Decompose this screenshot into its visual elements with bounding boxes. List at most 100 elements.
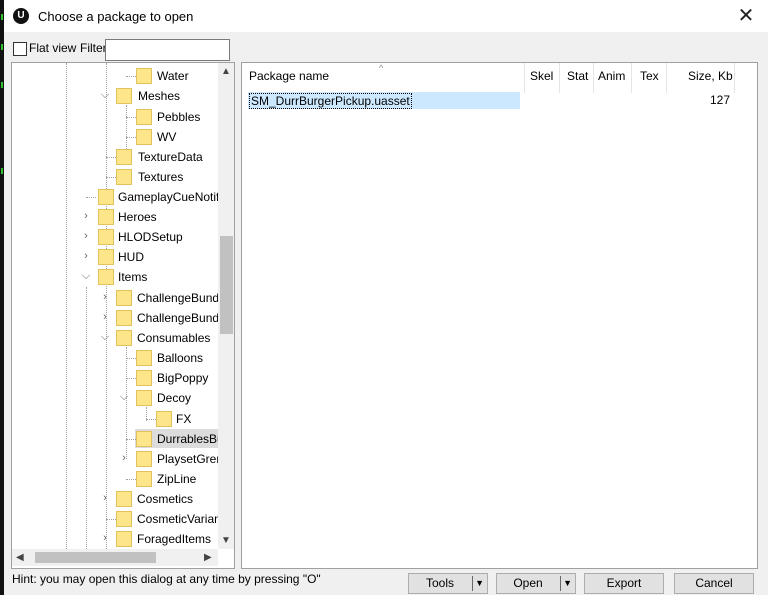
tree-item-label: BigPoppy (157, 371, 209, 385)
filter-input[interactable] (105, 39, 230, 61)
chevron-right-icon[interactable]: › (81, 210, 91, 222)
tree-guide-line (106, 519, 116, 520)
tree-item[interactable]: › Heroes (12, 207, 218, 227)
tree-item[interactable]: ZipLine (12, 469, 218, 489)
vertical-scroll-thumb[interactable] (220, 236, 233, 334)
tree-item-label: Meshes (138, 89, 181, 103)
tree-item-label: ZipLine (157, 472, 197, 486)
flat-view-checkbox[interactable] (13, 42, 27, 56)
column-header-skel[interactable]: Skel (530, 69, 553, 89)
tree-item[interactable]: ⌵ Consumables (12, 328, 218, 348)
chevron-right-icon[interactable]: › (100, 291, 110, 303)
folder-icon (136, 109, 152, 125)
tree-item[interactable]: Balloons (12, 348, 218, 368)
folder-icon (136, 68, 152, 84)
tree-guide-line (146, 419, 156, 420)
chevron-right-icon[interactable]: › (100, 492, 110, 504)
tree-item[interactable]: TextureData (12, 147, 218, 167)
folder-icon (116, 531, 132, 547)
tree-item-label: Cosmetics (137, 492, 194, 506)
dropdown-arrow-icon[interactable]: ▼ (475, 574, 484, 593)
folder-icon (98, 269, 114, 285)
folder-tree[interactable]: Water ⌵ Meshes Pebbles WV TextureData Te… (11, 62, 235, 569)
chevron-right-icon[interactable]: › (81, 250, 91, 262)
column-header-package-name[interactable]: Package name (249, 69, 329, 89)
chevron-right-icon[interactable]: › (100, 311, 110, 323)
tree-item[interactable]: › ForagedItems (12, 529, 218, 549)
tree-item[interactable]: WV (12, 127, 218, 147)
horizontal-scroll-thumb[interactable] (35, 552, 156, 563)
folder-icon (136, 370, 152, 386)
tree-item-label: HUD (118, 250, 144, 264)
tree-item[interactable]: FX (12, 409, 218, 429)
folder-icon (98, 209, 114, 225)
column-divider (593, 63, 594, 93)
tree-horizontal-scrollbar[interactable]: ◀ ▶ (12, 549, 218, 566)
folder-icon (116, 149, 132, 165)
chevron-right-icon[interactable]: › (81, 230, 91, 242)
package-size-cell: 127 (709, 93, 730, 107)
tree-item[interactable]: Water (12, 66, 218, 86)
folder-icon (98, 189, 114, 205)
tree-guide-line (106, 177, 116, 178)
chevron-down-icon[interactable]: ⌵ (119, 391, 129, 404)
chevron-down-icon[interactable]: ⌵ (100, 89, 110, 102)
window-title: Choose a package to open (38, 9, 194, 24)
chevron-right-icon[interactable]: › (100, 532, 110, 544)
column-divider (559, 63, 560, 93)
column-header-size[interactable]: Size, Kb (688, 69, 733, 89)
folder-icon (136, 390, 152, 406)
tree-item[interactable]: › Cosmetics (12, 489, 218, 509)
tree-item[interactable]: › ChallengeBundleSchedules (12, 308, 234, 328)
close-button[interactable]: ✕ (734, 5, 758, 27)
scroll-down-icon[interactable]: ▼ (221, 535, 231, 546)
scroll-right-icon[interactable]: ▶ (204, 552, 212, 563)
tree-item[interactable]: › HUD (12, 247, 218, 267)
chevron-down-icon[interactable]: ⌵ (81, 270, 91, 283)
tree-item[interactable]: ⌵ Items (12, 267, 218, 287)
folder-icon (136, 471, 152, 487)
tree-item-label: FX (176, 412, 192, 426)
chevron-down-icon[interactable]: ⌵ (100, 331, 110, 344)
tree-item[interactable]: BigPoppy (12, 368, 218, 388)
open-button-label: Open (513, 576, 543, 590)
cancel-button[interactable]: Cancel (674, 573, 754, 594)
dropdown-arrow-icon[interactable]: ▼ (563, 574, 572, 593)
tree-item-label: ForagedItems (137, 532, 212, 546)
column-header-tex[interactable]: Tex (640, 69, 659, 89)
folder-icon (116, 310, 132, 326)
tree-item[interactable]: ⌵ Decoy (12, 388, 218, 408)
column-divider (666, 63, 667, 93)
tree-item-label: Pebbles (157, 110, 201, 124)
tree-guide-line (126, 137, 136, 138)
column-header-anim[interactable]: Anim (598, 69, 625, 89)
folder-icon (116, 290, 132, 306)
column-divider (631, 63, 632, 93)
tree-item-label: WV (157, 130, 177, 144)
column-header-stat[interactable]: Stat (567, 69, 588, 89)
tools-button[interactable]: Tools ▼ (408, 573, 488, 594)
tree-item[interactable]: › ChallengeBundles (12, 288, 234, 308)
scroll-up-icon[interactable]: ▲ (221, 66, 231, 77)
tree-item[interactable]: Textures (12, 167, 218, 187)
package-name-cell: SM_DurrBurgerPickup.uasset (249, 93, 412, 109)
tree-guide-line (126, 76, 136, 77)
tree-item-selected[interactable]: DurrablesBurger (12, 429, 234, 449)
tree-vertical-scrollbar[interactable]: ▲ ▼ (218, 63, 234, 549)
flat-view-label: Flat view (29, 41, 77, 55)
column-divider (524, 63, 525, 93)
tree-item[interactable]: Pebbles (12, 107, 218, 127)
open-button[interactable]: Open ▼ (496, 573, 576, 594)
tree-item[interactable]: › PlaysetGrenade (12, 449, 234, 469)
tree-item-label: TextureData (138, 150, 203, 164)
export-button[interactable]: Export (584, 573, 664, 594)
scroll-left-icon[interactable]: ◀ (16, 552, 24, 563)
chevron-right-icon[interactable]: › (119, 452, 129, 464)
list-row[interactable]: SM_DurrBurgerPickup.uasset (248, 92, 520, 109)
package-list[interactable]: ^ Package name Skel Stat Anim Tex Size, … (241, 62, 758, 569)
tree-item[interactable]: › HLODSetup (12, 227, 218, 247)
tree-item[interactable]: CosmeticVariantTokens (12, 509, 234, 529)
tree-guide-line (126, 117, 136, 118)
tree-item[interactable]: GameplayCueNotifies (12, 187, 234, 207)
tree-item[interactable]: ⌵ Meshes (12, 86, 218, 106)
